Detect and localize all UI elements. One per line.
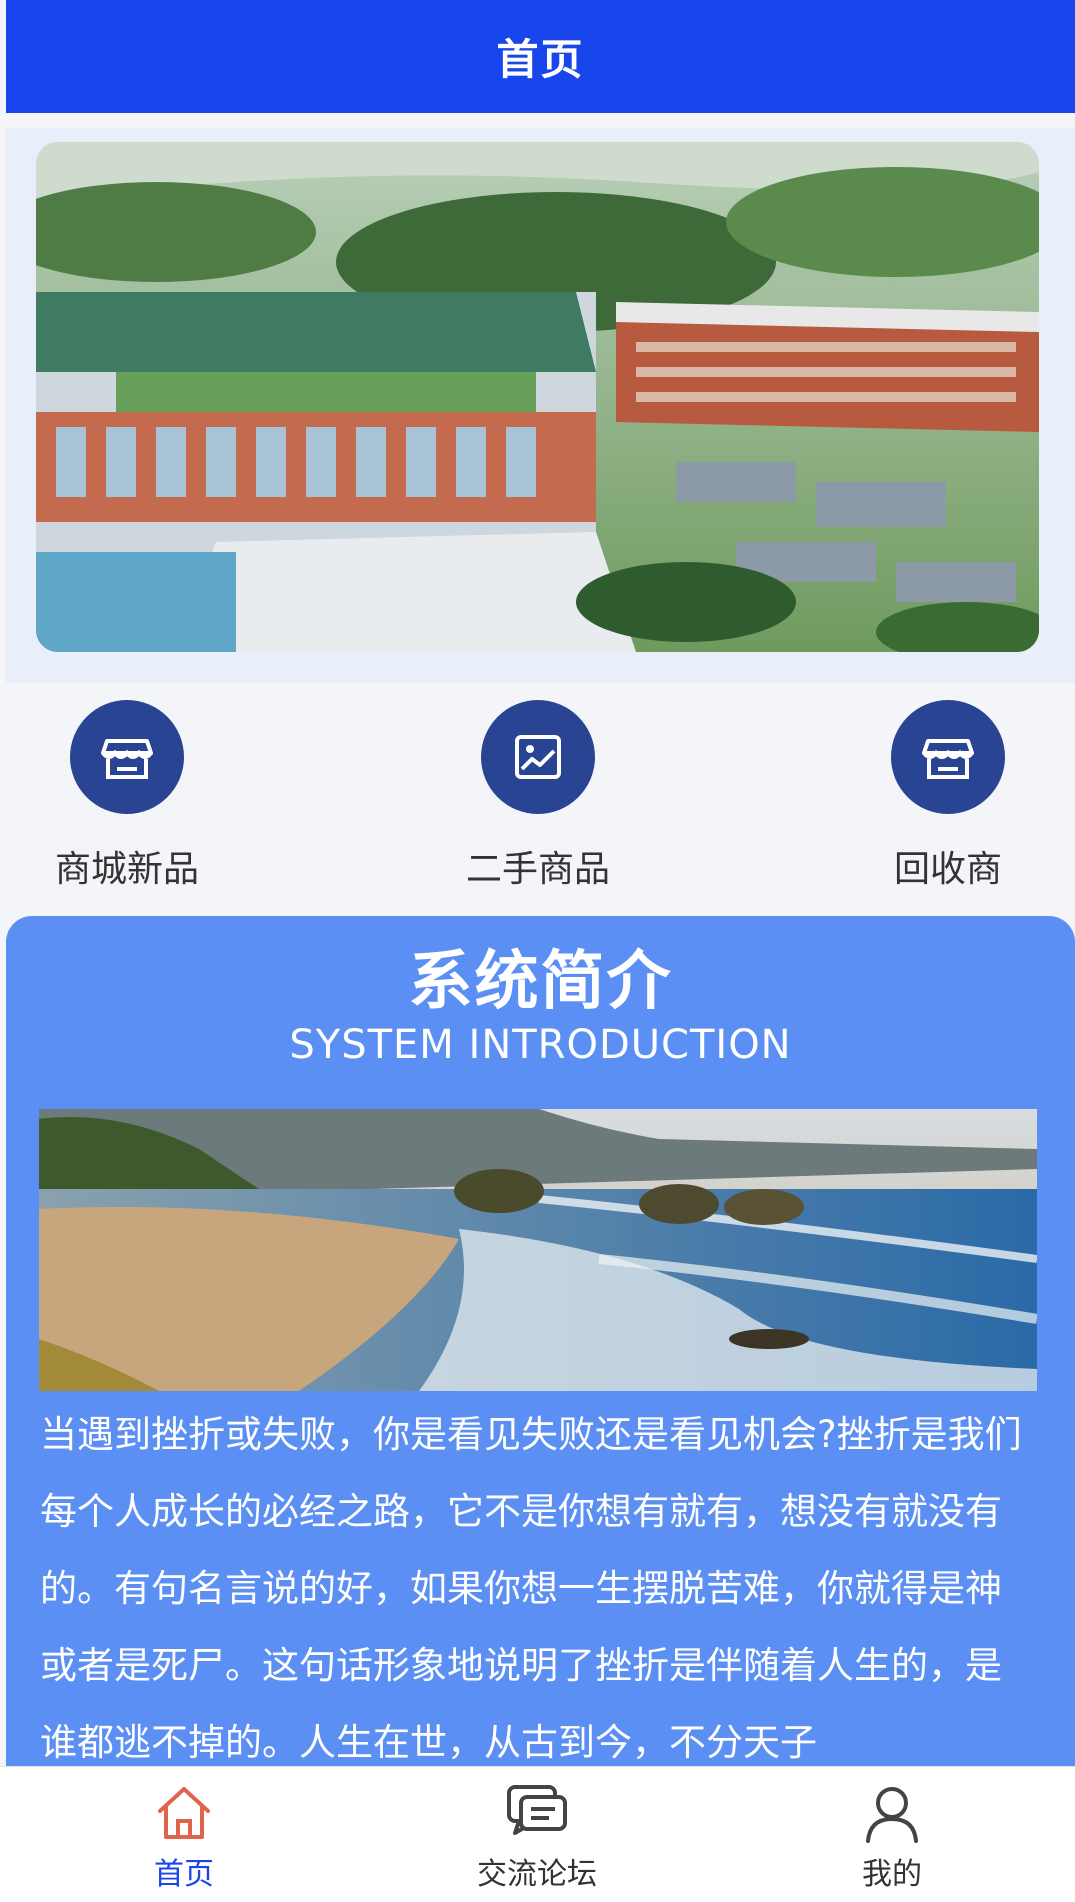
intro-subtitle: SYSTEM INTRODUCTION bbox=[289, 1022, 792, 1068]
category-label: 商城新品 bbox=[54, 849, 199, 890]
tab-mine[interactable]: 我的 bbox=[792, 1781, 992, 1893]
chart-image-icon bbox=[481, 700, 595, 814]
banner-image[interactable] bbox=[36, 142, 1039, 652]
intro-paragraph: 当遇到挫折或失败，你是看见失败还是看见机会?挫折是我们每个人成长的必经之路，它不… bbox=[40, 1413, 1022, 1764]
tab-label: 我的 bbox=[862, 1857, 922, 1892]
tab-label: 首页 bbox=[154, 1857, 214, 1892]
intro-image bbox=[39, 1109, 1037, 1391]
intro-title: 系统简介 bbox=[408, 945, 673, 1019]
user-icon bbox=[860, 1781, 924, 1845]
tab-forum[interactable]: 交流论坛 bbox=[437, 1781, 637, 1893]
page-title: 首页 bbox=[496, 35, 585, 84]
category-shop-new[interactable]: 商城新品 bbox=[17, 700, 237, 892]
bottom-tab-bar: 首页 交流论坛 我的 bbox=[0, 1766, 1075, 1902]
category-second-hand[interactable]: 二手商品 bbox=[428, 700, 648, 892]
tab-label: 交流论坛 bbox=[477, 1857, 597, 1892]
category-label: 回收商 bbox=[893, 849, 1002, 890]
category-recycler[interactable]: 回收商 bbox=[838, 700, 1058, 892]
store-icon bbox=[891, 700, 1005, 814]
chat-icon bbox=[505, 1781, 569, 1845]
system-intro-section: 系统简介 SYSTEM INTRODUCTION 当遇到挫折或失败，你是看见失败… bbox=[6, 916, 1075, 1766]
category-grid: 商城新品 二手商品 回收商 bbox=[0, 700, 1075, 910]
store-icon bbox=[70, 700, 184, 814]
tab-home[interactable]: 首页 bbox=[84, 1781, 284, 1893]
category-label: 二手商品 bbox=[465, 849, 610, 890]
home-icon bbox=[152, 1781, 216, 1845]
page-header: 首页 bbox=[6, 0, 1075, 113]
